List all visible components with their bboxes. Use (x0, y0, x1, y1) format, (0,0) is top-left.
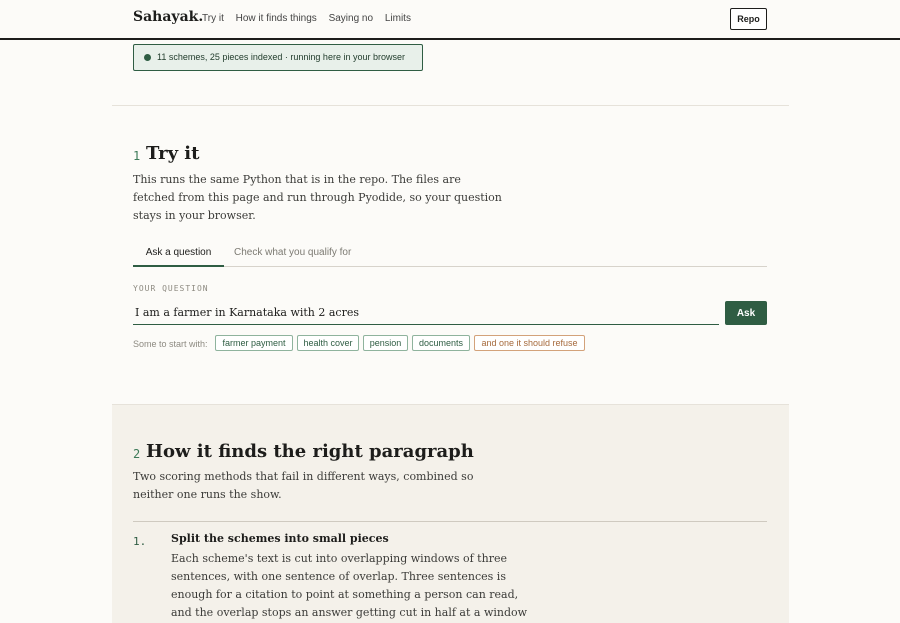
section-divider (112, 105, 789, 106)
question-input[interactable] (133, 301, 719, 325)
question-tabs: Ask a question Check what you qualify fo… (133, 244, 767, 267)
section-number-try-it: 1 (133, 149, 141, 163)
step-number: 1. (133, 535, 147, 548)
steps-divider (133, 521, 767, 522)
section-number-how-it-finds: 2 (133, 447, 141, 461)
repo-button[interactable]: Repo (730, 8, 767, 30)
brand-logo[interactable]: Sahayak. (133, 9, 203, 25)
chip-health-cover[interactable]: health cover (297, 335, 359, 351)
tab-ask-question[interactable]: Ask a question (133, 247, 224, 267)
nav-saying-no[interactable]: Saying no (329, 13, 373, 24)
chip-refuse-example[interactable]: and one it should refuse (474, 335, 585, 351)
index-status-banner: 11 schemes, 25 pieces indexed · running … (133, 44, 423, 71)
chip-farmer-payment[interactable]: farmer payment (215, 335, 293, 351)
starter-label: Some to start with: (133, 339, 208, 349)
top-header: Sahayak. Try it How it finds things Sayi… (0, 0, 900, 40)
top-nav: Try it How it finds things Saying no Lim… (202, 13, 420, 24)
step-body: Each scheme's text is cut into overlappi… (171, 552, 528, 619)
ask-button[interactable]: Ask (725, 301, 767, 325)
chip-documents[interactable]: documents (412, 335, 470, 351)
chip-pension[interactable]: pension (363, 335, 408, 351)
section-title-try-it: Try it (146, 143, 200, 164)
section-title-how-it-finds: How it finds the right paragraph (146, 441, 474, 462)
status-text: 11 schemes, 25 pieces indexed · running … (157, 52, 405, 62)
tab-check-qualify[interactable]: Check what you qualify for (234, 247, 351, 267)
nav-limits[interactable]: Limits (385, 13, 411, 24)
section-desc-how-it-finds: Two scoring methods that fail in differe… (133, 470, 474, 501)
section-desc-try-it: This runs the same Python that is in the… (133, 173, 502, 222)
status-dot-icon (144, 54, 151, 61)
nav-how-it-finds[interactable]: How it finds things (236, 13, 317, 24)
step-title: Split the schemes into small pieces (171, 532, 389, 545)
nav-try-it[interactable]: Try it (202, 13, 224, 24)
question-label: YOUR QUESTION (133, 284, 209, 293)
